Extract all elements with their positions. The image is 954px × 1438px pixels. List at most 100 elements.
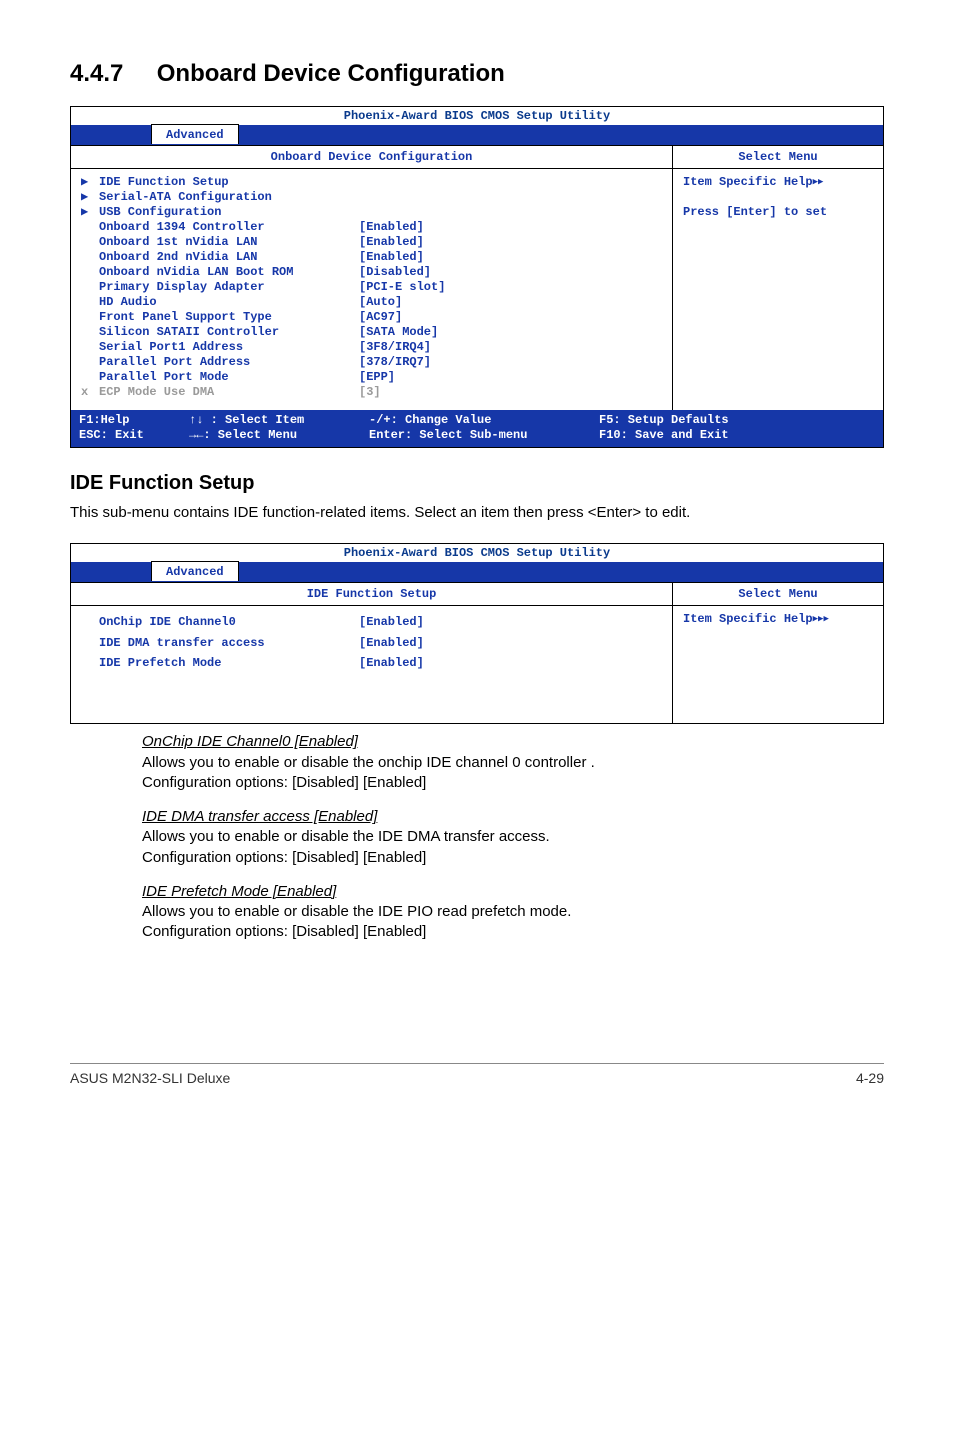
bios-setting-row[interactable]: IDE Prefetch Mode[Enabled] — [81, 653, 662, 673]
page-footer: ASUS M2N32-SLI Deluxe 4-29 — [70, 1063, 884, 1086]
bios-panel-ide-function: Phoenix-Award BIOS CMOS Setup Utility Ad… — [70, 543, 884, 724]
section-title-text: Onboard Device Configuration — [157, 60, 505, 87]
setting-value[interactable]: [Disabled] — [359, 265, 662, 280]
bios-setting-row[interactable]: Parallel Port Address[378/IRQ7] — [81, 355, 662, 370]
setting-value[interactable] — [359, 175, 662, 190]
setting-label: Onboard 1st nVidia LAN — [99, 235, 359, 250]
bios-setting-row[interactable]: HD Audio[Auto] — [81, 295, 662, 310]
bios-setting-row[interactable]: Parallel Port Mode[EPP] — [81, 370, 662, 385]
footer-key: F10: Save and Exit — [599, 428, 729, 442]
bios-setting-row[interactable]: ▶IDE Function Setup — [81, 175, 662, 190]
setting-value[interactable]: [3F8/IRQ4] — [359, 340, 662, 355]
bios-help-panel: Item Specific Help Press [Enter] to set — [673, 169, 883, 410]
setting-value[interactable] — [359, 190, 662, 205]
help-line-1: Item Specific Help — [683, 612, 813, 626]
bios-setting-row[interactable]: Silicon SATAII Controller[SATA Mode] — [81, 325, 662, 340]
setting-value[interactable]: [Enabled] — [359, 653, 662, 673]
setting-value[interactable]: [Enabled] — [359, 220, 662, 235]
setting-label: Onboard 1394 Controller — [99, 220, 359, 235]
footer-page-number: 4-29 — [856, 1070, 884, 1086]
bios-setting-row[interactable]: IDE DMA transfer access[Enabled] — [81, 633, 662, 653]
bios-setting-row[interactable]: ▶Serial-ATA Configuration — [81, 190, 662, 205]
bios-setting-row[interactable]: Onboard 1st nVidia LAN[Enabled] — [81, 235, 662, 250]
setting-label: Onboard 2nd nVidia LAN — [99, 250, 359, 265]
ide-function-setup-desc: This sub-menu contains IDE function-rela… — [70, 503, 884, 523]
setting-value[interactable]: [Auto] — [359, 295, 662, 310]
section-heading: 4.4.7 Onboard Device Configuration — [70, 60, 884, 88]
setting-value[interactable]: [Enabled] — [359, 633, 662, 653]
options-descriptions: OnChip IDE Channel0 [Enabled]Allows you … — [142, 732, 884, 942]
setting-label: Front Panel Support Type — [99, 310, 359, 325]
option-description: OnChip IDE Channel0 [Enabled]Allows you … — [142, 732, 884, 793]
chevron-right-icon — [823, 612, 828, 626]
bios-setting-row[interactable]: Front Panel Support Type[AC97] — [81, 310, 662, 325]
row-marker-icon — [81, 612, 99, 632]
row-marker-icon — [81, 633, 99, 653]
setting-value[interactable]: [Enabled] — [359, 250, 662, 265]
bios-setting-row[interactable]: Onboard nVidia LAN Boot ROM[Disabled] — [81, 265, 662, 280]
option-title: IDE Prefetch Mode [Enabled] — [142, 882, 884, 902]
bios-setting-row[interactable]: OnChip IDE Channel0[Enabled] — [81, 612, 662, 632]
bios-footer-keys: F1:Help ESC: Exit ↑↓ : Select Item →←: S… — [71, 410, 883, 447]
footer-key: -/+: Change Value — [369, 413, 491, 427]
row-marker-icon — [81, 370, 99, 385]
setting-label: IDE Function Setup — [99, 175, 359, 190]
setting-value[interactable]: [PCI-E slot] — [359, 280, 662, 295]
row-marker-icon — [81, 265, 99, 280]
setting-value[interactable]: [SATA Mode] — [359, 325, 662, 340]
bios-setting-row[interactable]: xECP Mode Use DMA[3] — [81, 385, 662, 400]
bios-help-panel: Item Specific Help — [673, 606, 883, 723]
bios-tab-advanced[interactable]: Advanced — [151, 124, 239, 144]
ide-function-setup-heading: IDE Function Setup — [70, 472, 884, 495]
bios-right-header: Select Menu — [673, 583, 883, 606]
row-marker-icon: ▶ — [81, 205, 99, 220]
setting-label: IDE DMA transfer access — [99, 633, 359, 653]
setting-label: Primary Display Adapter — [99, 280, 359, 295]
setting-value[interactable]: [Enabled] — [359, 235, 662, 250]
row-marker-icon — [81, 235, 99, 250]
setting-value[interactable]: [EPP] — [359, 370, 662, 385]
bios-setting-row[interactable]: Onboard 1394 Controller[Enabled] — [81, 220, 662, 235]
setting-label: Onboard nVidia LAN Boot ROM — [99, 265, 359, 280]
row-marker-icon — [81, 325, 99, 340]
footer-key: →←: Select Menu — [189, 428, 297, 442]
row-marker-icon — [81, 295, 99, 310]
row-marker-icon: x — [81, 385, 99, 400]
setting-label: ECP Mode Use DMA — [99, 385, 359, 400]
bios-left-header: IDE Function Setup — [71, 583, 672, 606]
row-marker-icon — [81, 250, 99, 265]
bios-utility-title: Phoenix-Award BIOS CMOS Setup Utility — [71, 107, 883, 123]
section-number: 4.4.7 — [70, 60, 123, 87]
option-description: IDE Prefetch Mode [Enabled]Allows you to… — [142, 882, 884, 943]
bios-utility-title: Phoenix-Award BIOS CMOS Setup Utility — [71, 544, 883, 560]
bios-setting-row[interactable]: Serial Port1 Address[3F8/IRQ4] — [81, 340, 662, 355]
bios-right-header: Select Menu — [673, 146, 883, 169]
bios-tabbar: Advanced — [71, 562, 883, 582]
bios-tab-advanced[interactable]: Advanced — [151, 561, 239, 581]
bios-panel-onboard-device: Phoenix-Award BIOS CMOS Setup Utility Ad… — [70, 106, 884, 448]
row-marker-icon: ▶ — [81, 190, 99, 205]
row-marker-icon — [81, 220, 99, 235]
bios-setting-row[interactable]: Onboard 2nd nVidia LAN[Enabled] — [81, 250, 662, 265]
setting-label: IDE Prefetch Mode — [99, 653, 359, 673]
option-title: IDE DMA transfer access [Enabled] — [142, 807, 884, 827]
row-marker-icon — [81, 355, 99, 370]
option-title: OnChip IDE Channel0 [Enabled] — [142, 732, 884, 752]
setting-value[interactable]: [3] — [359, 385, 662, 400]
setting-label: Serial-ATA Configuration — [99, 190, 359, 205]
setting-value[interactable]: [Enabled] — [359, 612, 662, 632]
bios-setting-row[interactable]: Primary Display Adapter[PCI-E slot] — [81, 280, 662, 295]
setting-label: Parallel Port Mode — [99, 370, 359, 385]
footer-product-name: ASUS M2N32-SLI Deluxe — [70, 1070, 230, 1086]
setting-value[interactable]: [378/IRQ7] — [359, 355, 662, 370]
bios-settings-list[interactable]: OnChip IDE Channel0[Enabled]IDE DMA tran… — [71, 606, 673, 723]
chevron-right-icon — [818, 175, 823, 189]
bios-settings-list[interactable]: ▶IDE Function Setup▶Serial-ATA Configura… — [71, 169, 673, 410]
setting-value[interactable] — [359, 205, 662, 220]
setting-value[interactable]: [AC97] — [359, 310, 662, 325]
bios-setting-row[interactable]: ▶USB Configuration — [81, 205, 662, 220]
row-marker-icon — [81, 340, 99, 355]
row-marker-icon — [81, 310, 99, 325]
setting-label: OnChip IDE Channel0 — [99, 612, 359, 632]
help-line-1: Item Specific Help — [683, 175, 813, 189]
